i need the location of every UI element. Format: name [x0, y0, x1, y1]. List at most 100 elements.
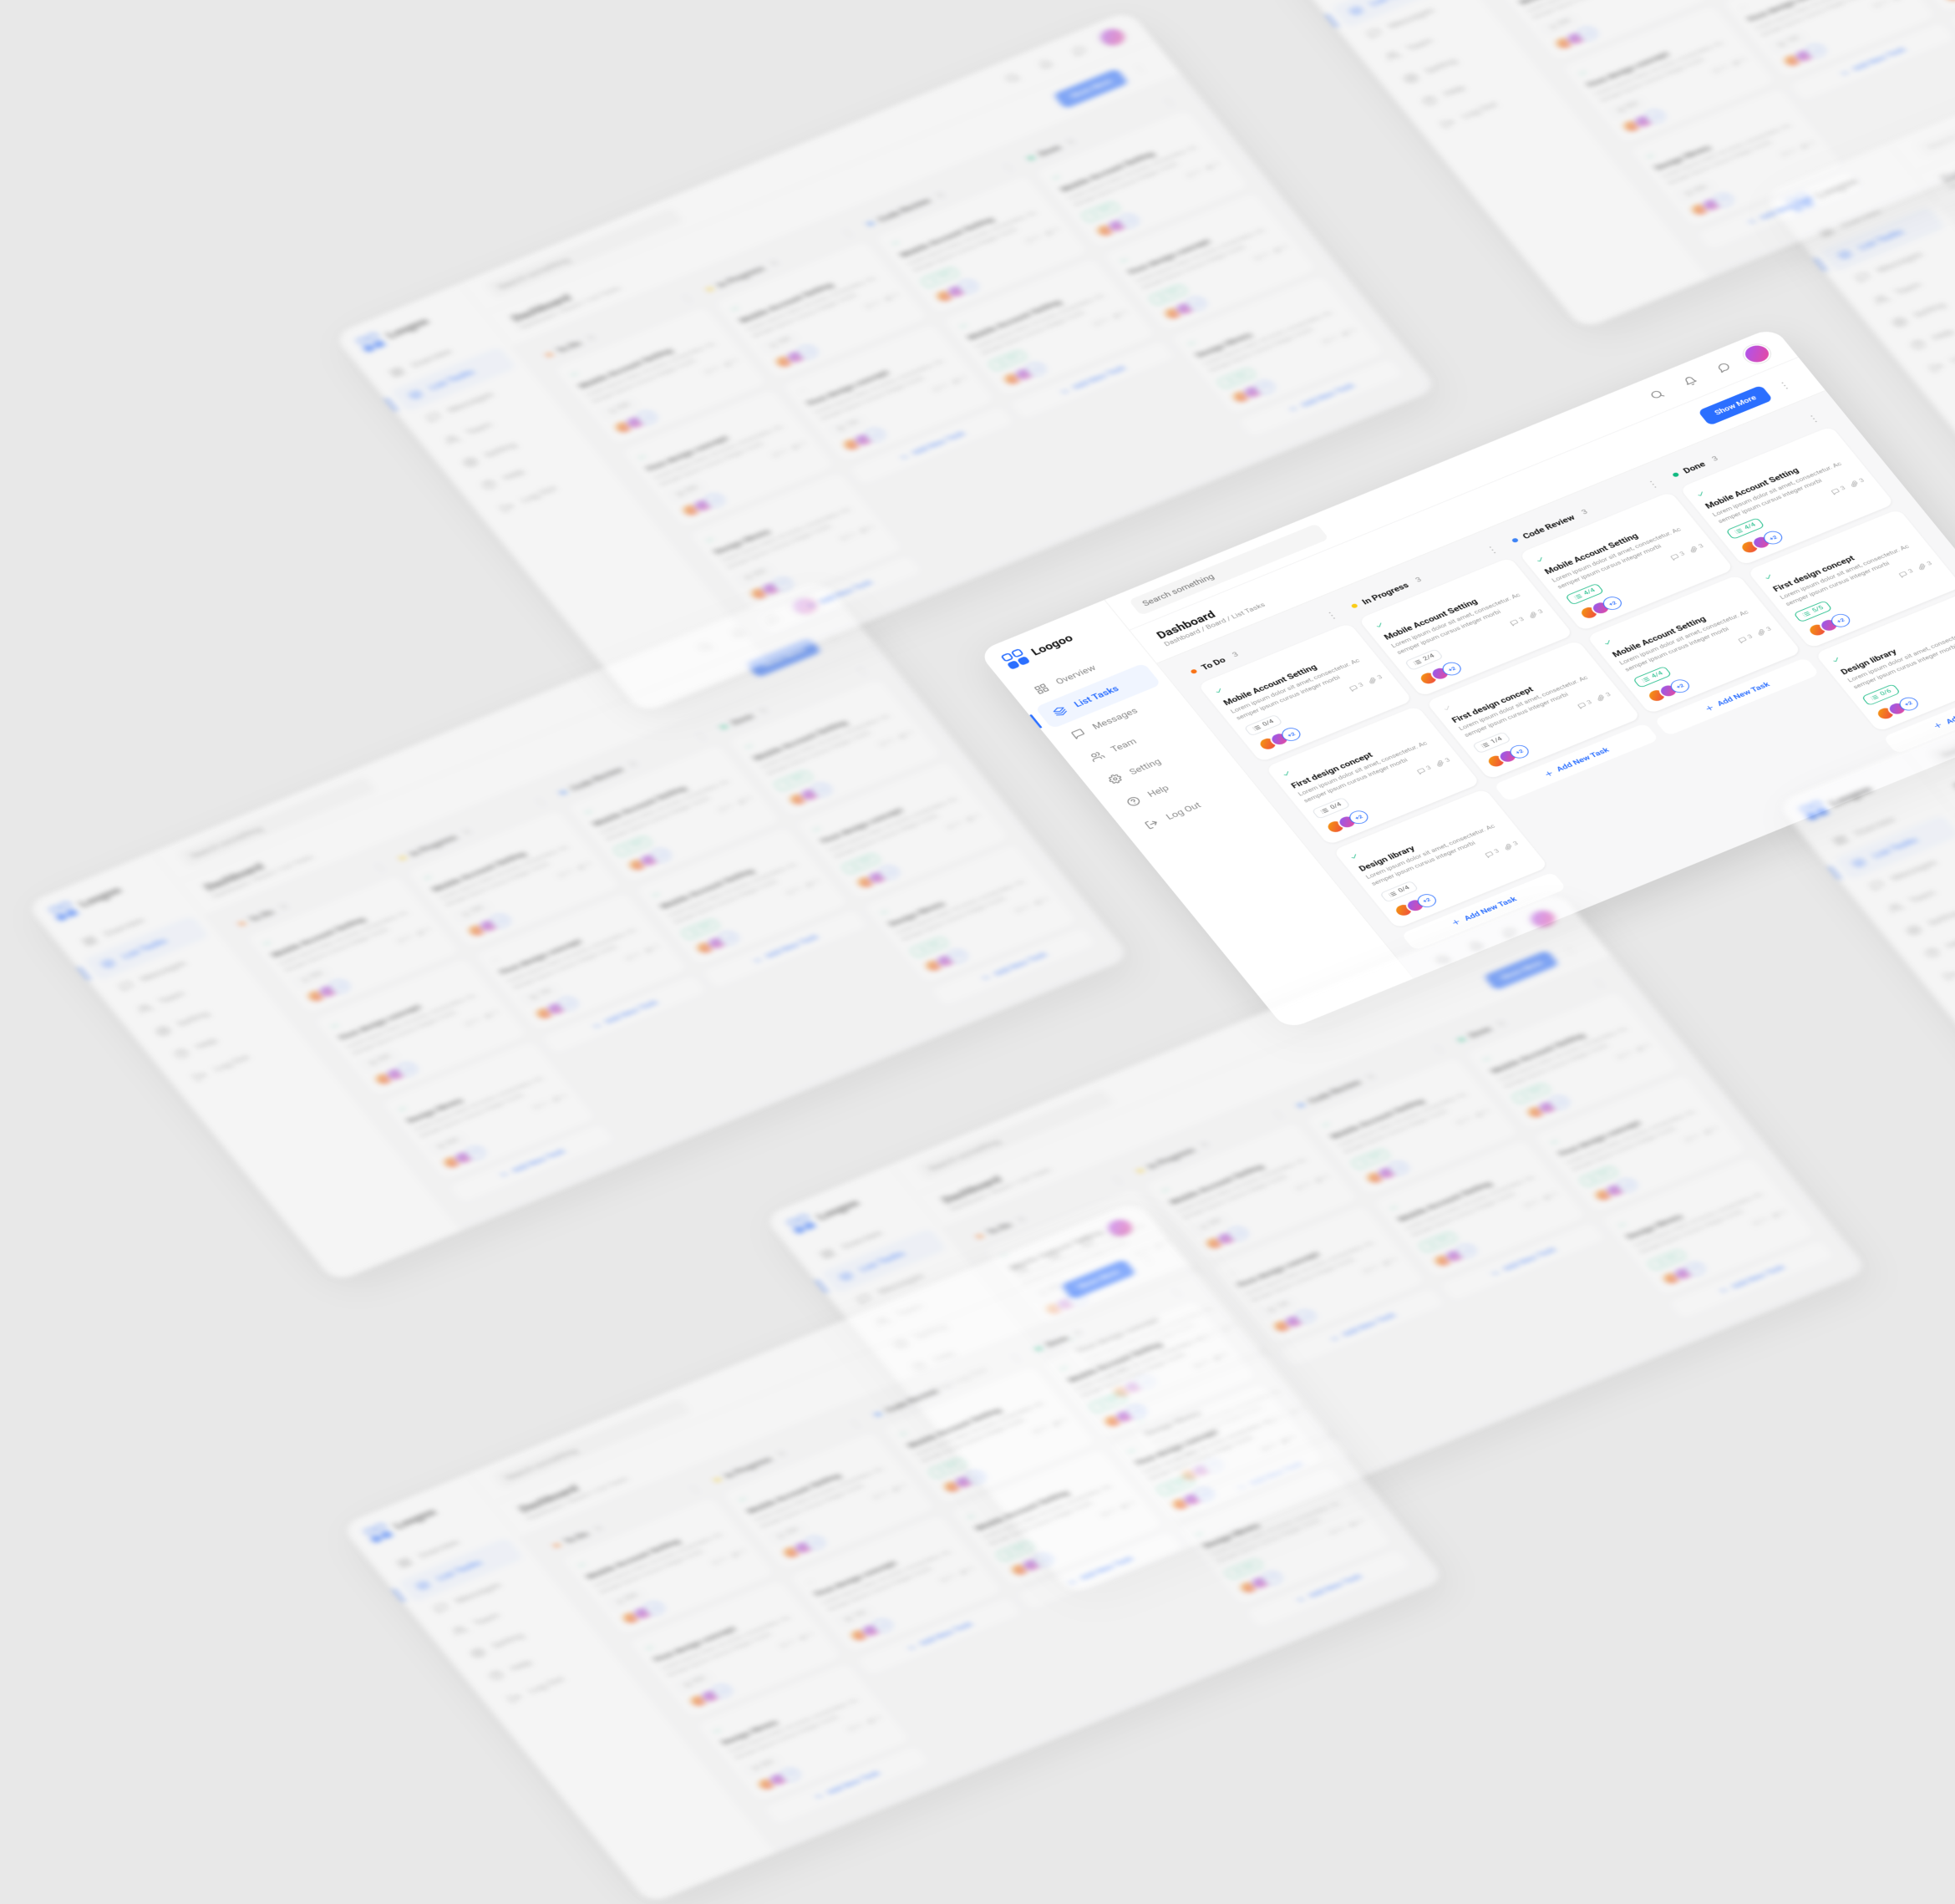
status-dot-icon	[1511, 537, 1520, 543]
search-icon[interactable]	[994, 65, 1031, 91]
chat-icon[interactable]	[1061, 38, 1098, 63]
status-dot-icon	[1672, 472, 1680, 478]
attachments-count: 3	[1204, 161, 1221, 172]
attachments-count: 3	[1542, 1191, 1560, 1202]
pin-icon	[1578, 70, 1590, 79]
column-count: 3	[935, 191, 945, 200]
sidebar-item-label: Team	[472, 1611, 502, 1628]
column-menu-icon[interactable]: ⋮	[998, 160, 1018, 175]
sidebar-item-label: Overview	[417, 1537, 461, 1561]
grid-icon	[817, 1246, 838, 1261]
column-label: Done	[1044, 1333, 1070, 1348]
attachments-count: 3	[1211, 1352, 1229, 1363]
column-menu-icon[interactable]: ⋮	[531, 795, 550, 809]
column-menu-icon[interactable]: ⋮	[1643, 477, 1663, 491]
sidebar-item-label: Team	[1109, 737, 1139, 754]
sidebar-item-label: Help	[1442, 83, 1468, 99]
column-menu-icon[interactable]: ⋮	[370, 860, 389, 874]
more-dots-icon[interactable]: ⋮	[1125, 59, 1154, 78]
column-menu-icon[interactable]: ⋮	[1108, 1173, 1127, 1187]
attachments-count: 3	[891, 1483, 908, 1494]
sidebar-item-label: Help	[1145, 784, 1171, 800]
column-menu-icon[interactable]: ⋮	[1429, 1042, 1449, 1056]
column-label: To Do	[562, 1530, 591, 1546]
column-menu-icon[interactable]: ⋮	[685, 1482, 704, 1496]
help-icon	[171, 1046, 192, 1060]
search-icon[interactable]	[1638, 382, 1675, 408]
more-dots-icon[interactable]: ⋮	[1556, 941, 1585, 959]
column-menu-icon[interactable]: ⋮	[1167, 1285, 1186, 1299]
pin-icon	[1321, 1122, 1333, 1130]
sidebar-item-label: Log Out	[527, 1674, 566, 1695]
column-menu-icon[interactable]: ⋮	[1483, 542, 1502, 556]
more-dots-icon[interactable]: ⋮	[1770, 376, 1799, 394]
column-menu-icon[interactable]: ⋮	[852, 663, 871, 678]
column-menu-icon[interactable]: ⋮	[838, 226, 857, 240]
attachments-count: 3	[643, 944, 661, 955]
comments-count: 3	[939, 1573, 957, 1584]
comments-count: 3	[1577, 699, 1594, 710]
column-menu-icon[interactable]: ⋮	[1160, 94, 1179, 109]
status-dot-icon	[1350, 603, 1358, 609]
profile-avatar[interactable]	[1525, 906, 1561, 932]
column-menu-icon[interactable]: ⋮	[1268, 1107, 1287, 1121]
logout-icon	[1142, 817, 1163, 831]
attachments-count: 3	[1119, 1500, 1136, 1511]
assignees[interactable]: +2	[1941, 0, 1955, 4]
help-icon	[486, 1668, 507, 1683]
column-label: Done	[1037, 143, 1063, 158]
profile-avatar[interactable]	[1739, 341, 1775, 367]
pin-icon	[898, 1431, 910, 1439]
sidebar-item-label: Setting	[490, 1631, 526, 1651]
sidebar-item-label: Help	[1930, 327, 1955, 343]
column-menu-icon[interactable]: ⋮	[1804, 411, 1823, 425]
column-count: 3	[628, 759, 638, 768]
comments-count: 3	[771, 449, 789, 459]
sidebar-item-label: Overview	[102, 916, 146, 939]
pin-icon	[651, 892, 663, 901]
gear-icon	[153, 1023, 174, 1038]
bell-icon[interactable]	[1035, 1241, 1072, 1267]
sidebar-item-label: Team	[465, 420, 495, 438]
pin-icon	[1059, 1365, 1070, 1373]
profile-avatar[interactable]	[1101, 1215, 1138, 1241]
layers-icon	[1050, 704, 1071, 718]
comments-count: 3	[1013, 903, 1031, 914]
bell-icon[interactable]	[1028, 51, 1064, 77]
bell-icon[interactable]	[1672, 368, 1709, 393]
grid-icon	[1831, 833, 1851, 847]
status-dot-icon	[553, 1542, 561, 1548]
more-dots-icon[interactable]: ⋮	[1133, 1250, 1161, 1268]
message-icon	[424, 410, 444, 424]
column-menu-icon[interactable]: ⋮	[678, 292, 697, 306]
logo-text: Loogoo	[815, 1196, 861, 1222]
column-menu-icon[interactable]: ⋮	[1006, 1351, 1025, 1365]
profile-avatar[interactable]	[1094, 24, 1130, 50]
pin-icon	[1051, 175, 1063, 183]
chat-icon[interactable]	[1705, 354, 1742, 380]
pin-icon	[1374, 622, 1386, 631]
sidebar-item-label: Log Out	[212, 1053, 251, 1074]
bell-icon[interactable]	[1458, 933, 1495, 959]
column-label: Done	[1681, 459, 1707, 475]
column-menu-icon[interactable]: ⋮	[845, 1416, 865, 1430]
pin-icon	[1764, 574, 1775, 582]
layers-icon	[835, 1269, 856, 1283]
attachments-count: 3	[1892, 0, 1909, 2]
pin-icon	[812, 826, 824, 835]
column-menu-icon[interactable]: ⋮	[1590, 976, 1609, 990]
layers-icon	[413, 1578, 434, 1592]
attachments-count: 3	[1635, 1043, 1653, 1054]
search-icon[interactable]	[1002, 1256, 1038, 1282]
comments-count: 3	[878, 738, 896, 749]
column-menu-icon[interactable]: ⋮	[692, 729, 711, 744]
status-dot-icon	[559, 790, 567, 795]
logo-text: Loogoo	[383, 315, 430, 341]
chat-icon[interactable]	[1069, 1228, 1105, 1254]
column-menu-icon[interactable]: ⋮	[1322, 608, 1341, 622]
gear-icon	[1904, 923, 1925, 937]
attachments-count: 3	[866, 1714, 883, 1725]
attachments-count: 3	[736, 795, 754, 806]
team-icon	[135, 1002, 155, 1016]
attachments-count: 3	[1044, 226, 1061, 237]
